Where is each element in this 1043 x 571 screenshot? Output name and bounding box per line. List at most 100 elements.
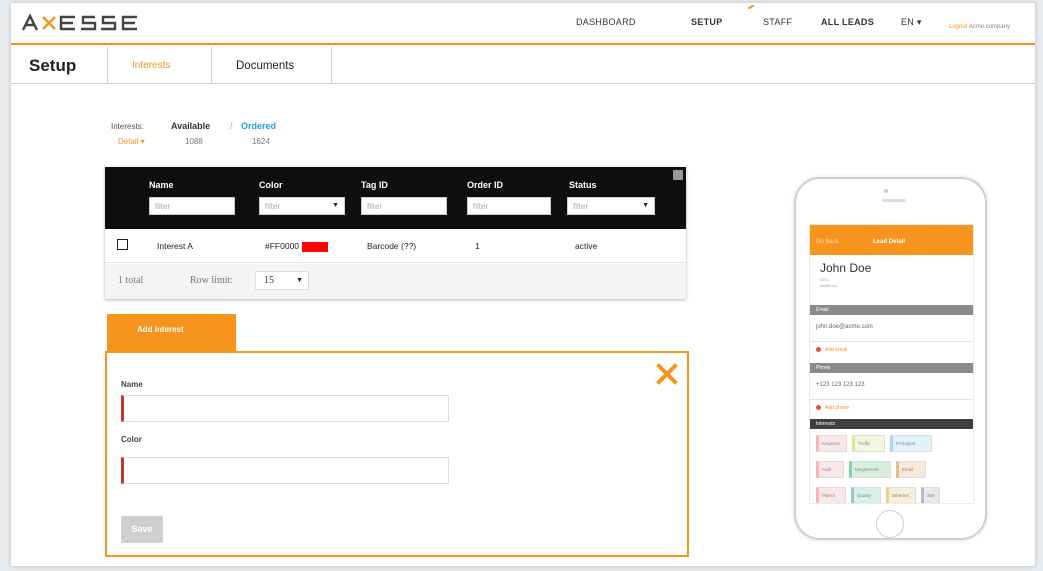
interests-section-header: Interests xyxy=(810,419,973,429)
filter-placeholder: filter xyxy=(367,202,383,211)
keyword-chip[interactable]: Prototype xyxy=(890,435,932,452)
cell-name: Interest A xyxy=(157,241,193,251)
divider xyxy=(331,47,332,83)
nav-all-leads[interactable]: ALL LEADS xyxy=(821,17,874,27)
tab-interests[interactable]: Interests xyxy=(132,60,170,71)
phone-navbar: Go back Lead Detail xyxy=(810,233,973,255)
user-box: Logout Acme company xyxy=(949,24,1010,30)
color-field[interactable] xyxy=(121,457,449,484)
column-settings-icon[interactable] xyxy=(673,170,683,180)
home-button[interactable] xyxy=(876,510,904,538)
phone-screen: Go back Lead Detail John Doe CEO Acme In… xyxy=(809,224,974,504)
table-header: Name filter Color filter ▼ Tag ID filter… xyxy=(105,167,686,229)
contact-phone: +123 123 123 123 xyxy=(816,382,865,388)
save-button[interactable]: Save xyxy=(121,516,163,543)
column-header-name[interactable]: Name xyxy=(149,180,174,190)
contact-email: john.doe@acme.com xyxy=(816,324,873,330)
keyword-chip[interactable]: Keyword xyxy=(816,435,847,452)
divider xyxy=(107,47,108,83)
cell-status: active xyxy=(575,241,598,251)
tab-documents[interactable]: Documents xyxy=(236,60,294,72)
detail-dropdown[interactable]: Detail ▾ xyxy=(118,137,145,146)
camera-dot xyxy=(884,189,888,193)
filter-placeholder: filter xyxy=(573,202,589,211)
name-label: Name xyxy=(121,380,143,389)
divider xyxy=(810,341,973,342)
page-title: Setup xyxy=(29,56,77,75)
contact-title: CEO xyxy=(820,277,829,282)
row-limit-value: 15 xyxy=(264,275,274,286)
divider xyxy=(810,399,973,400)
top-navbar: DASHBOARD SETUP STAFF ALL LEADS EN ▾ Log… xyxy=(11,3,1035,45)
name-field[interactable] xyxy=(121,395,449,422)
filter-placeholder: filter xyxy=(155,202,171,211)
status-filter-select[interactable]: filter ▼ xyxy=(567,197,655,215)
keyword-chip[interactable]: Megatrends xyxy=(849,461,891,478)
language-selector[interactable]: EN ▾ xyxy=(901,17,922,28)
nav-setup[interactable]: SETUP xyxy=(691,17,723,27)
keyword-chip[interactable]: Quality xyxy=(851,487,881,503)
name-filter-input[interactable]: filter xyxy=(149,197,235,215)
ordered-count: 1624 xyxy=(252,137,270,146)
keyword-chip[interactable]: Ethernet xyxy=(886,487,916,503)
contact-name: John Doe xyxy=(820,261,872,275)
keyword-chip[interactable]: SW xyxy=(921,487,940,503)
row-checkbox[interactable] xyxy=(117,239,128,250)
available-count: 1088 xyxy=(185,137,203,146)
table-row[interactable]: Interest A #FF0000 Barcode (??) 1 active xyxy=(105,229,686,263)
color-hex: #FF0000 xyxy=(265,241,300,251)
tag-id-filter-input[interactable]: filter xyxy=(361,197,447,215)
column-header-order-id[interactable]: Order ID xyxy=(467,180,503,190)
phone-mockup: Go back Lead Detail John Doe CEO Acme In… xyxy=(794,177,987,540)
phone-back-link[interactable]: Go back xyxy=(816,239,838,245)
cell-color: #FF0000 xyxy=(265,241,329,252)
phone-status-bar xyxy=(810,225,973,233)
order-id-filter-input[interactable]: filter xyxy=(467,197,551,215)
keyword-chip[interactable]: Traffic xyxy=(852,435,885,452)
add-phone-link[interactable]: Add phone xyxy=(816,405,849,411)
active-nav-indicator xyxy=(747,4,755,10)
divider xyxy=(211,47,212,83)
color-swatch xyxy=(302,241,329,252)
stats-separator: / xyxy=(230,121,233,131)
filter-placeholder: filter xyxy=(265,202,281,211)
nav-staff[interactable]: STAFF xyxy=(763,17,792,27)
nav-dashboard[interactable]: DASHBOARD xyxy=(576,17,636,27)
caret-down-icon: ▼ xyxy=(296,276,303,284)
add-interest-tab[interactable]: Add Interest xyxy=(107,314,236,352)
total-count: 1 total xyxy=(118,275,144,286)
column-header-color[interactable]: Color xyxy=(259,180,283,190)
axess-logo[interactable] xyxy=(21,13,139,33)
setup-subheader: Setup Interests Documents xyxy=(11,47,1035,84)
column-header-status[interactable]: Status xyxy=(569,180,597,190)
company-name: Acme company xyxy=(968,24,1011,30)
interests-table: Name filter Color filter ▼ Tag ID filter… xyxy=(105,167,686,299)
interests-label: Interests: xyxy=(111,122,144,131)
caret-down-icon: ▼ xyxy=(642,202,649,209)
row-limit-select[interactable]: 15 ▼ xyxy=(255,271,309,290)
speaker-slot xyxy=(882,199,906,202)
keyword-chip[interactable]: Planck xyxy=(816,487,846,503)
email-section-header: Email xyxy=(810,305,973,315)
contact-company: Acme Inc. xyxy=(820,283,838,288)
color-filter-select[interactable]: filter ▼ xyxy=(259,197,345,215)
filter-placeholder: filter xyxy=(473,202,489,211)
available-tab[interactable]: Available xyxy=(171,121,210,131)
logout-link[interactable]: Logout xyxy=(949,24,967,30)
phone-nav-title: Lead Detail xyxy=(873,239,906,245)
cell-order-id: 1 xyxy=(475,241,480,251)
add-interest-panel: Name Color Save xyxy=(105,351,689,557)
app-window: DASHBOARD SETUP STAFF ALL LEADS EN ▾ Log… xyxy=(10,2,1036,567)
keyword-chip[interactable]: Email xyxy=(896,461,926,478)
column-header-tag-id[interactable]: Tag ID xyxy=(361,180,388,190)
color-label: Color xyxy=(121,435,142,444)
row-limit-label: Row limit: xyxy=(190,275,234,286)
phone-section-header: Phone xyxy=(810,363,973,373)
cell-tag-id: Barcode (??) xyxy=(367,241,417,251)
keyword-chip[interactable]: Audi xyxy=(816,461,844,478)
ordered-tab[interactable]: Ordered xyxy=(241,121,276,131)
add-email-link[interactable]: Add email xyxy=(816,347,847,353)
table-footer: 1 total Row limit: 15 ▼ xyxy=(105,264,686,299)
caret-down-icon: ▼ xyxy=(332,202,339,209)
close-icon[interactable] xyxy=(655,362,679,386)
